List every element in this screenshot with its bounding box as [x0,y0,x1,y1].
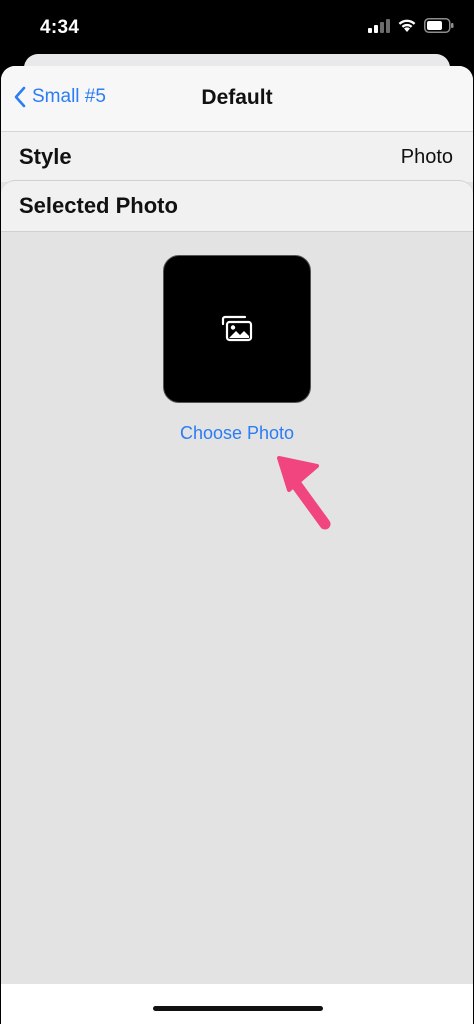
pointer-arrow-icon [277,456,331,530]
selected-photo-header: Selected Photo [1,180,473,232]
status-time: 4:34 [40,17,80,38]
style-value: Photo [400,146,453,168]
choose-photo-button[interactable]: Choose Photo [1,423,473,444]
cellular-signal-icon [368,18,390,33]
back-button[interactable]: Small #5 [13,86,106,108]
phone-screen: 4:34 Small #5 Default Style Photo Select… [0,0,474,1024]
choose-photo-label: Choose Photo [179,423,295,443]
modal-sheet: Small #5 Default Style Photo Selected Ph… [1,66,473,1024]
status-bar: 4:34 [0,0,474,58]
photo-stack-icon [221,315,253,342]
chevron-left-icon [14,86,26,108]
photo-placeholder[interactable] [163,255,311,403]
navigation-bar: Small #5 Default [1,66,473,132]
back-button-label: Small #5 [32,86,106,107]
selected-photo-title: Selected Photo [19,193,178,218]
status-icons [368,18,454,33]
style-label: Style [19,144,72,169]
home-indicator[interactable] [153,1006,323,1011]
battery-icon [424,18,454,33]
style-row[interactable]: Style Photo [1,132,473,182]
home-indicator-area [1,984,473,1024]
wifi-icon [398,19,416,32]
